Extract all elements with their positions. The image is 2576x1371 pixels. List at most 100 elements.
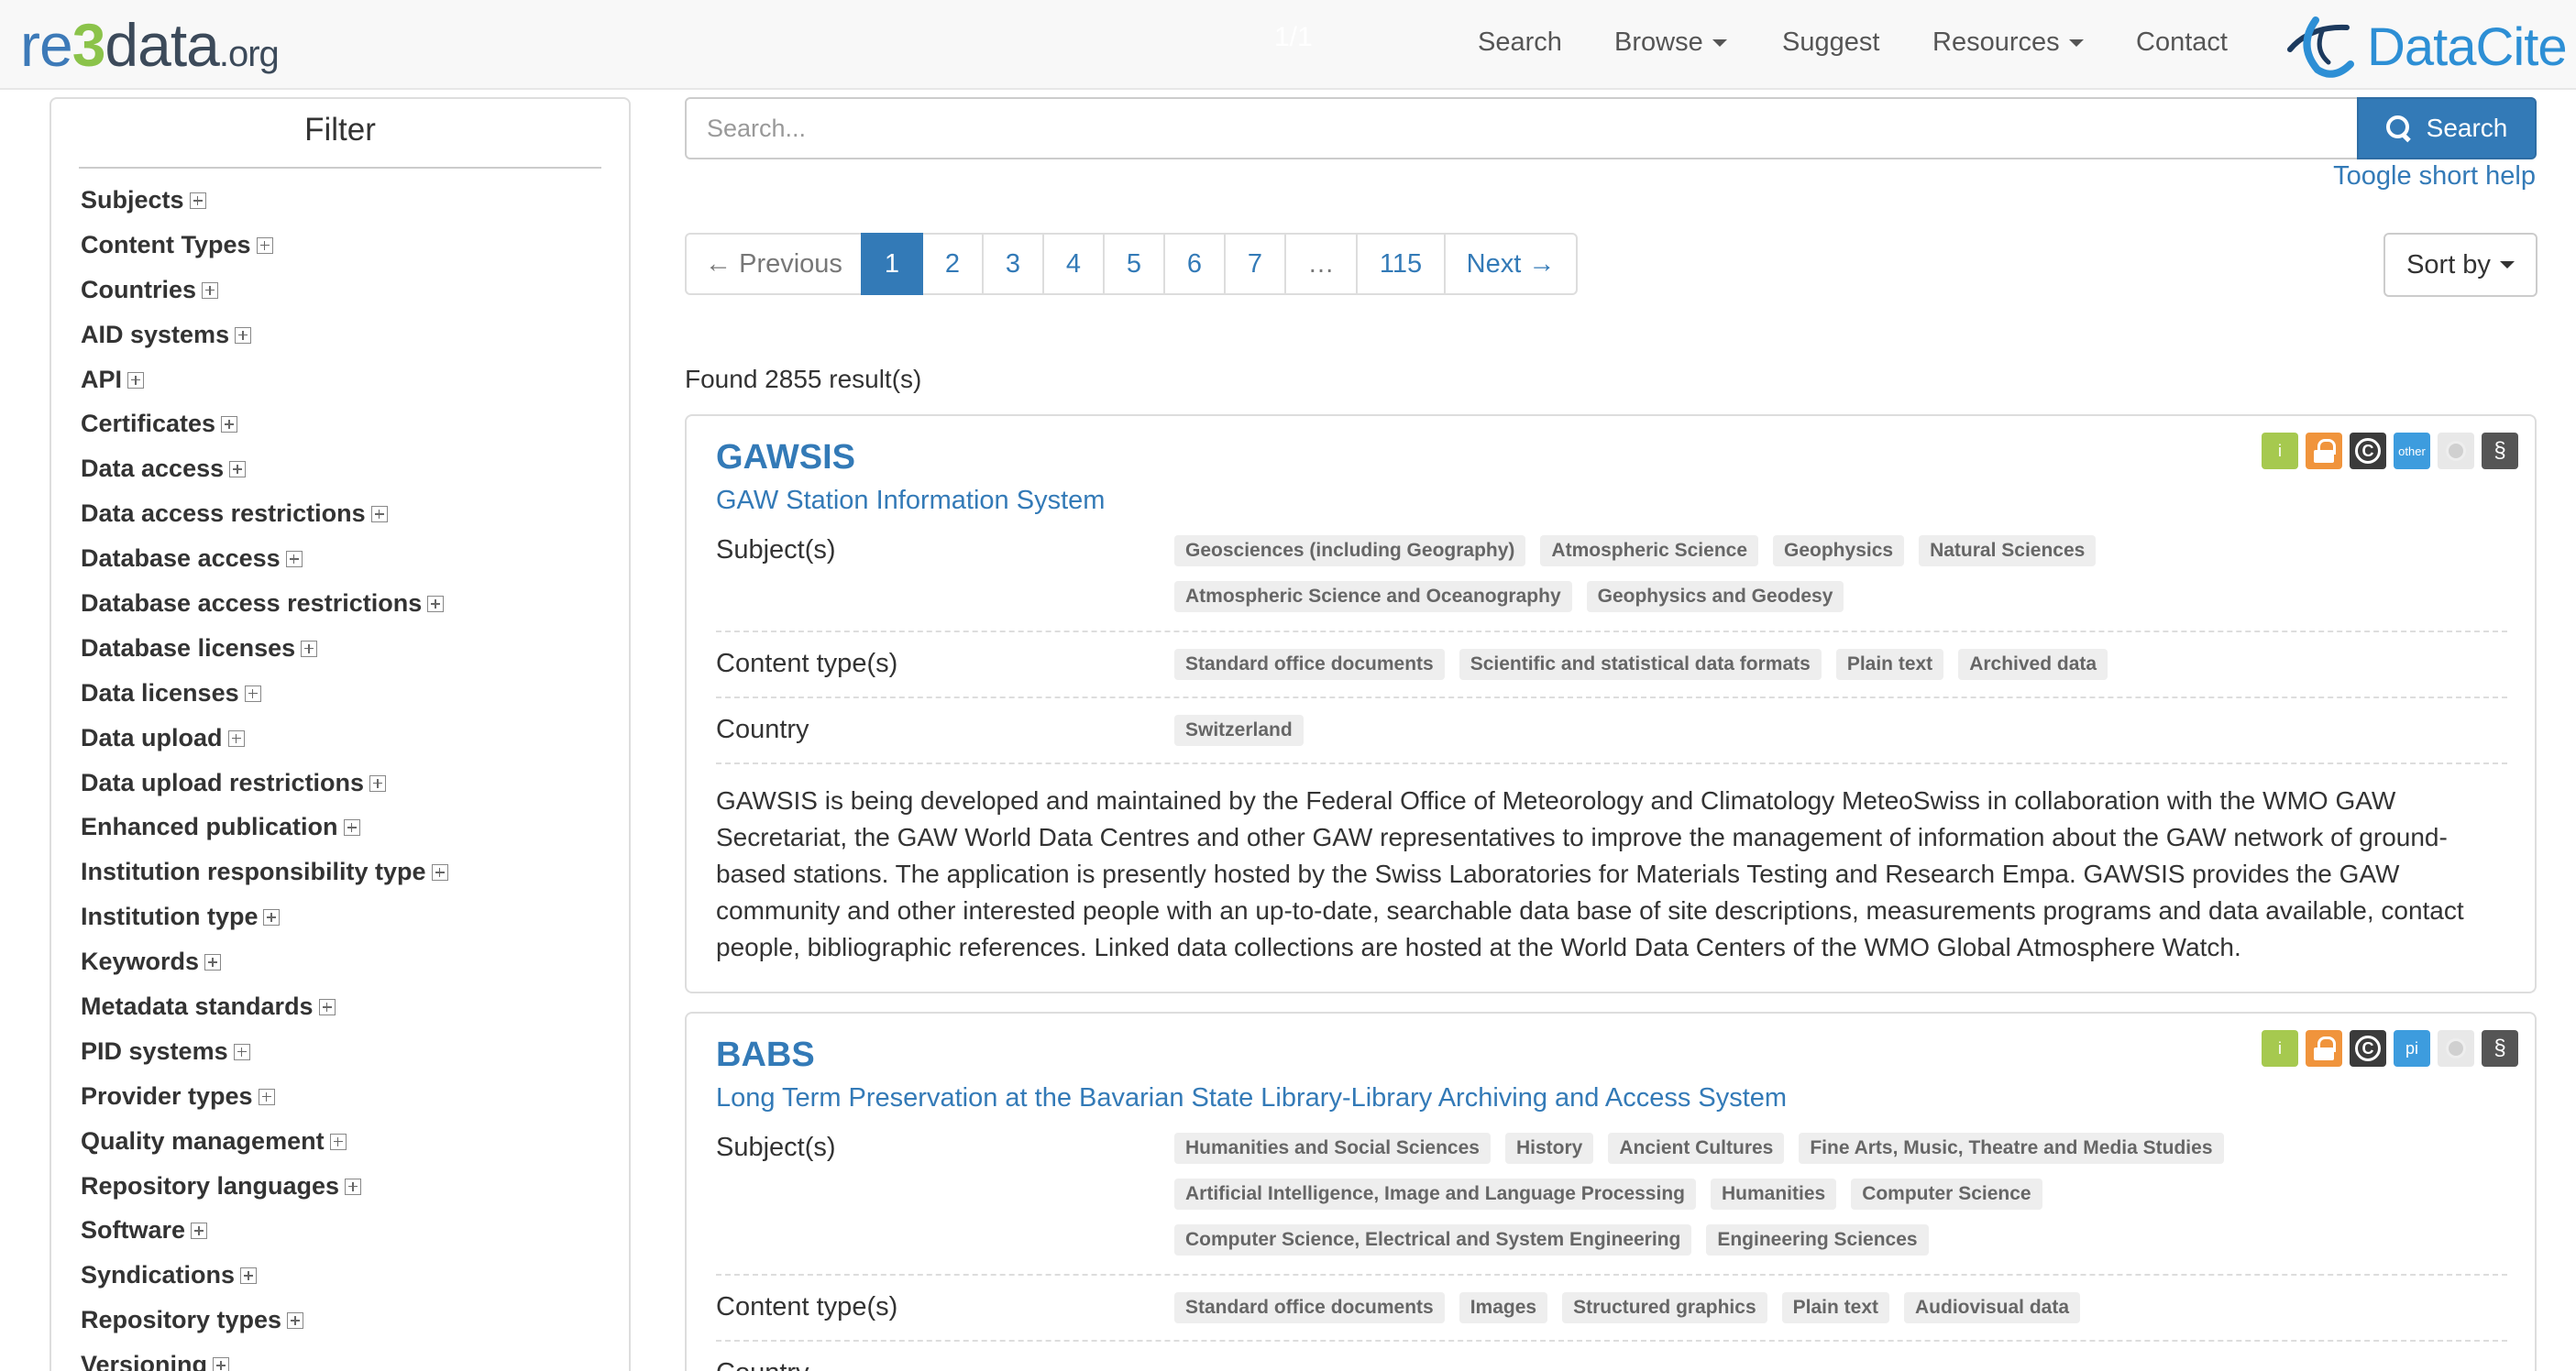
expand-plus-icon[interactable] [202,281,219,299]
page-link-3[interactable]: 3 [982,233,1044,295]
certificate-icon[interactable] [2438,1030,2474,1067]
expand-plus-icon[interactable] [258,1088,275,1105]
expand-plus-icon[interactable] [204,954,222,971]
info-icon[interactable]: i [2262,433,2298,469]
filter-item[interactable]: AID systems [81,313,448,357]
content-type-tag[interactable]: Audiovisual data [1904,1292,2081,1323]
nav-resources[interactable]: Resources [1932,27,2084,58]
expand-plus-icon[interactable] [227,729,245,747]
content-type-tag[interactable]: Archived data [1958,649,2108,680]
policy-icon[interactable]: § [2482,433,2518,469]
datacite-logo[interactable]: DataCite [2283,9,2568,82]
filter-item[interactable]: Provider types [81,1074,448,1119]
subject-tag[interactable]: Geophysics [1773,535,1905,566]
repository-title-link[interactable]: GAWSIS [716,438,855,477]
copyright-icon[interactable]: C [2350,433,2386,469]
expand-plus-icon[interactable] [431,864,448,882]
expand-plus-icon[interactable] [427,596,445,613]
expand-plus-icon[interactable] [235,326,252,344]
content-type-tag[interactable]: Standard office documents [1174,649,1445,680]
filter-item[interactable]: Institution type [81,894,448,939]
repository-title-link[interactable]: BABS [716,1036,815,1075]
expand-plus-icon[interactable] [221,416,238,433]
nav-browse[interactable]: Browse [1614,27,1727,58]
filter-item[interactable]: Keywords [81,939,448,984]
expand-plus-icon[interactable] [343,819,360,837]
expand-plus-icon[interactable] [370,506,388,523]
search-input[interactable] [685,97,2359,159]
pid-other-icon[interactable]: other [2394,433,2430,469]
expand-plus-icon[interactable] [369,774,387,792]
policy-icon[interactable]: § [2482,1030,2518,1067]
content-type-tag[interactable]: Scientific and statistical data formats [1459,649,1822,680]
nav-suggest[interactable]: Suggest [1782,27,1879,58]
filter-item[interactable]: Metadata standards [81,984,448,1029]
expand-plus-icon[interactable] [287,1312,304,1330]
repository-subtitle-link[interactable]: Long Term Preservation at the Bavarian S… [716,1083,1787,1113]
content-type-tag[interactable]: Structured graphics [1562,1292,1767,1323]
subject-tag[interactable]: Atmospheric Science [1540,535,1759,566]
expand-plus-icon[interactable] [127,371,145,389]
content-type-tag[interactable]: Plain text [1781,1292,1889,1323]
filter-item[interactable]: Database licenses [81,626,448,671]
content-type-tag[interactable]: Images [1459,1292,1548,1323]
subject-tag[interactable]: History [1504,1133,1594,1164]
subject-tag[interactable]: Fine Arts, Music, Theatre and Media Stud… [1799,1133,2224,1164]
search-button[interactable]: Search [2357,97,2537,159]
expand-plus-icon[interactable] [345,1178,362,1195]
filter-item[interactable]: Data access restrictions [81,491,448,536]
next-page-button[interactable]: Next → [1444,233,1578,295]
expand-plus-icon[interactable] [285,551,303,568]
filter-item[interactable]: Versioning [81,1343,448,1371]
pid-pi-icon[interactable]: pi [2394,1030,2430,1067]
info-icon[interactable]: i [2262,1030,2298,1067]
filter-item[interactable]: Quality management [81,1119,448,1164]
subject-tag[interactable]: Ancient Cultures [1608,1133,1785,1164]
open-access-icon[interactable] [2306,433,2342,469]
content-type-tag[interactable]: Standard office documents [1174,1292,1445,1323]
expand-plus-icon[interactable] [229,461,247,478]
filter-item[interactable]: Certificates [81,401,448,446]
page-link-7[interactable]: 7 [1224,233,1286,295]
filter-item[interactable]: Data access [81,446,448,491]
expand-plus-icon[interactable] [256,236,273,254]
expand-plus-icon[interactable] [329,1133,347,1150]
page-link-6[interactable]: 6 [1163,233,1226,295]
filter-item[interactable]: Content Types [81,223,448,268]
filter-item[interactable]: Repository languages [81,1164,448,1209]
filter-item[interactable]: Syndications [81,1253,448,1298]
expand-plus-icon[interactable] [318,999,336,1016]
subject-tag[interactable]: Geophysics and Geodesy [1586,581,1844,612]
subject-tag[interactable]: Engineering Sciences [1706,1224,1929,1256]
page-link-4[interactable]: 4 [1042,233,1105,295]
page-link-5[interactable]: 5 [1103,233,1165,295]
expand-plus-icon[interactable] [233,1043,250,1060]
page-link-115[interactable]: 115 [1356,233,1446,295]
open-access-icon[interactable] [2306,1030,2342,1067]
subject-tag[interactable]: Humanities [1710,1179,1837,1210]
subject-tag[interactable]: Computer Science [1851,1179,2042,1210]
subject-tag[interactable]: Geosciences (including Geography) [1174,535,1526,566]
filter-item[interactable]: Countries [81,268,448,313]
previous-page-button[interactable]: ← Previous [685,233,863,295]
sort-by-dropdown[interactable]: Sort by [2383,233,2537,297]
subject-tag[interactable]: Computer Science, Electrical and System … [1174,1224,1692,1256]
filter-item[interactable]: Subjects [81,178,448,223]
expand-plus-icon[interactable] [263,909,281,927]
nav-search[interactable]: Search [1478,27,1562,58]
nav-contact[interactable]: Contact [2136,27,2228,58]
filter-item[interactable]: Database access [81,536,448,581]
filter-item[interactable]: Data upload [81,716,448,761]
page-link-2[interactable]: 2 [921,233,984,295]
expand-plus-icon[interactable] [191,1223,208,1240]
filter-item[interactable]: Institution responsibility type [81,850,448,894]
page-link-1[interactable]: 1 [861,233,923,295]
expand-plus-icon[interactable] [244,685,261,702]
toggle-short-help-link[interactable]: Toogle short help [2333,161,2536,192]
repository-subtitle-link[interactable]: GAW Station Information System [716,486,1105,516]
country-tag[interactable]: Switzerland [1174,715,1304,746]
filter-item[interactable]: Enhanced publication [81,805,448,850]
filter-item[interactable]: Data licenses [81,671,448,716]
copyright-icon[interactable]: C [2350,1030,2386,1067]
filter-item[interactable]: Database access restrictions [81,581,448,626]
